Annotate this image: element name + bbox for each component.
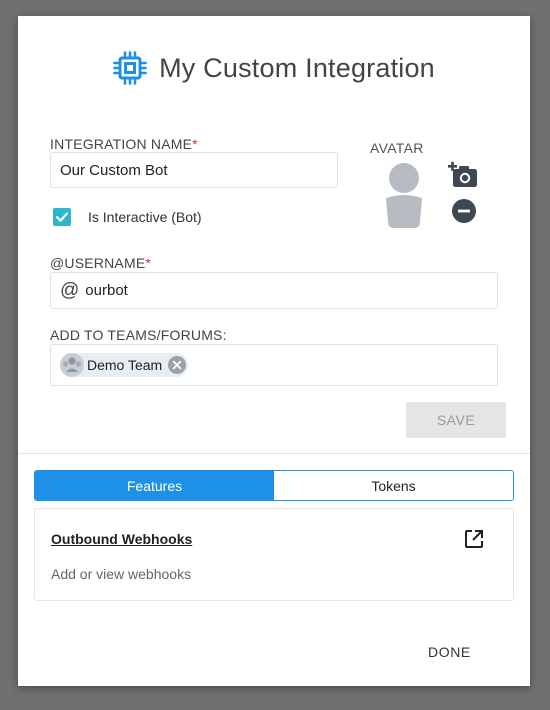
- required-mark: *: [145, 255, 152, 271]
- at-prefix: @: [60, 279, 80, 301]
- username-value: ourbot: [85, 282, 128, 299]
- dialog-title: My Custom Integration: [159, 52, 435, 83]
- save-button[interactable]: SAVE: [406, 402, 506, 438]
- open-in-new-icon[interactable]: [463, 528, 485, 550]
- avatar-label: AVATAR: [370, 140, 424, 156]
- username-label: @USERNAME*: [50, 255, 151, 271]
- done-button[interactable]: DONE: [428, 644, 471, 660]
- remove-circle-icon[interactable]: [452, 199, 476, 223]
- feature-card-outbound-webhooks: Outbound Webhooks Add or view webhooks: [34, 508, 514, 601]
- outbound-webhooks-description: Add or view webhooks: [51, 566, 192, 582]
- outbound-webhooks-link[interactable]: Outbound Webhooks: [51, 531, 192, 547]
- avatar-placeholder-icon: [386, 163, 422, 228]
- integration-name-value: Our Custom Bot: [60, 161, 168, 179]
- required-mark: *: [192, 136, 198, 152]
- username-field[interactable]: @ ourbot: [50, 272, 498, 309]
- integration-name-label-text: INTEGRATION NAME: [50, 136, 193, 152]
- integration-dialog: My Custom Integration INTEGRATION NAME* …: [18, 16, 530, 686]
- divider: [18, 453, 530, 454]
- dialog-header: My Custom Integration: [18, 48, 530, 88]
- teams-label: ADD TO TEAMS/FORUMS:: [50, 327, 227, 343]
- is-interactive-label: Is Interactive (Bot): [88, 209, 202, 225]
- tab-tokens[interactable]: Tokens: [274, 471, 513, 500]
- close-circle-icon[interactable]: [168, 356, 187, 374]
- integration-name-label: INTEGRATION NAME*: [50, 136, 198, 152]
- team-chip-label: Demo Team: [87, 357, 163, 373]
- tab-bar: Features Tokens: [34, 470, 514, 501]
- team-chip: Demo Team: [60, 353, 189, 377]
- checkmark-icon: [55, 212, 69, 222]
- integration-name-field[interactable]: Our Custom Bot: [50, 152, 338, 188]
- add-photo-icon[interactable]: [448, 161, 478, 189]
- team-icon: [60, 353, 84, 377]
- chip-icon: [113, 51, 147, 85]
- is-interactive-checkbox[interactable]: [53, 208, 71, 226]
- tab-features[interactable]: Features: [35, 471, 274, 500]
- username-label-text: @USERNAME: [50, 255, 146, 271]
